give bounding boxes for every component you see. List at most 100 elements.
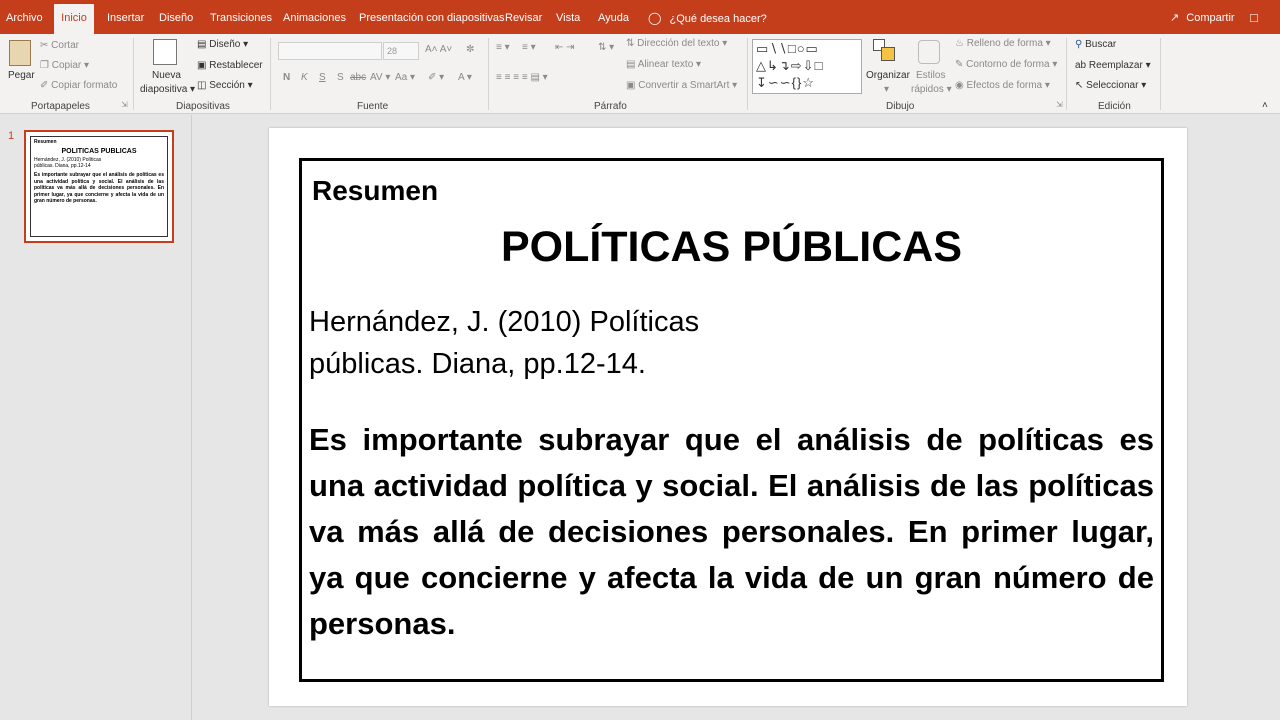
lightbulb-icon: ◯ — [648, 11, 662, 25]
share-icon: ↗ — [1170, 12, 1180, 24]
copy-button[interactable]: ❐ Copiar ▾ — [40, 60, 89, 71]
tell-me-label: ¿Qué desea hacer? — [669, 13, 767, 25]
collapse-ribbon-icon[interactable]: ˄ — [1262, 100, 1268, 111]
paste-button[interactable]: Pegar — [8, 70, 35, 81]
strikethrough-button[interactable]: abc — [350, 72, 366, 83]
share-button[interactable]: ↗ Compartir — [1170, 0, 1235, 34]
bullets-icon[interactable]: ≡ ▾ — [496, 42, 510, 53]
share-label: Compartir — [1186, 12, 1235, 24]
char-spacing-icon[interactable]: AV ▾ — [370, 72, 390, 83]
indent-icons[interactable]: ⇤ ⇥ — [555, 42, 575, 53]
group-label-edicion: Edición — [1098, 101, 1131, 112]
clear-format-icon[interactable]: ✼ — [466, 44, 474, 55]
layout-icon: ▤ — [197, 39, 207, 50]
grow-font-icon[interactable]: A˄ A˅ — [425, 44, 452, 55]
tab-vista[interactable]: Vista — [556, 0, 580, 34]
separator — [1160, 38, 1161, 110]
find-button[interactable]: ⚲ Buscar — [1075, 39, 1116, 50]
section-button[interactable]: ◫ Sección ▾ — [197, 80, 253, 91]
replace-button[interactable]: ab Reemplazar ▾ — [1075, 60, 1151, 71]
thumbnail-frame: Resumen POLITICAS PUBLICAS Hernández, J.… — [30, 136, 168, 237]
paste-icon — [9, 40, 31, 66]
layout-label: Diseño — [209, 39, 241, 50]
thumbnail-ref: Hernández, J. (2010) Políticas públicas.… — [34, 157, 102, 169]
quick-styles-icon — [918, 40, 940, 64]
scissors-icon: ✂ — [40, 40, 49, 51]
quick-styles-button[interactable]: Estilos — [916, 70, 945, 81]
align-text-icon: ▤ — [626, 59, 636, 70]
copy-label: Copiar — [51, 60, 82, 71]
shape-outline-button[interactable]: ✎ Contorno de forma ▾ — [955, 59, 1057, 70]
shape-fill-button[interactable]: ♨ Relleno de forma ▾ — [955, 38, 1051, 49]
slide-reference[interactable]: Hernández, J. (2010) Políticas públicas.… — [309, 301, 699, 385]
new-slide-icon — [153, 39, 177, 65]
align-text-button[interactable]: ▤ Alinear texto ▾ — [626, 59, 701, 70]
bold-button[interactable]: N — [283, 72, 290, 83]
shape-effects-label: Efectos de forma — [966, 80, 1043, 91]
tab-inicio[interactable]: Inicio — [54, 4, 94, 34]
slide-resumen-label[interactable]: Resumen — [312, 175, 438, 207]
italic-button[interactable]: K — [301, 72, 308, 83]
drawing-launcher-icon[interactable]: ⇲ — [1056, 100, 1063, 109]
shadow-button[interactable]: S — [337, 72, 344, 83]
align-text-label: Alinear texto — [637, 59, 694, 70]
separator — [1066, 38, 1067, 110]
text-direction-label: Dirección del texto — [637, 38, 720, 49]
line-spacing-icon[interactable]: ⇅ ▾ — [598, 42, 614, 53]
tab-revisar[interactable]: Revisar — [505, 0, 542, 34]
shape-outline-label: Contorno de forma — [966, 59, 1050, 70]
thumbnail-body: Es importante subrayar que el análisis d… — [34, 172, 164, 204]
pencil-icon: ✎ — [955, 59, 964, 70]
quick-styles-button-line2[interactable]: rápidos ▾ — [911, 84, 952, 95]
reset-label: Restablecer — [209, 60, 263, 71]
tab-archivo[interactable]: Archivo — [6, 0, 43, 34]
layout-button[interactable]: ▤ Diseño ▾ — [197, 39, 248, 50]
clipboard-launcher-icon[interactable]: ⇲ — [121, 100, 128, 109]
format-painter-label: Copiar formato — [51, 80, 118, 91]
highlight-icon[interactable]: ✐ ▾ — [428, 72, 444, 83]
paint-bucket-icon: ♨ — [955, 38, 964, 49]
underline-button[interactable]: S — [319, 72, 326, 83]
slide-canvas[interactable]: Resumen POLÍTICAS PÚBLICAS Hernández, J.… — [269, 128, 1187, 706]
arrange-button[interactable]: Organizar — [866, 70, 910, 81]
slide-thumbnail-1[interactable]: Resumen POLITICAS PUBLICAS Hernández, J.… — [24, 130, 174, 243]
slide-title[interactable]: POLÍTICAS PÚBLICAS — [302, 223, 1161, 272]
effects-icon: ◉ — [955, 80, 964, 91]
align-icons[interactable]: ≡ ≡ ≡ ≡ ▤ ▾ — [496, 72, 548, 83]
reset-button[interactable]: ▣ Restablecer — [197, 60, 263, 71]
shapes-gallery[interactable]: ▭∖∖□○▭ △↳↴⇨⇩□ ↧∽∽{}☆ — [752, 39, 862, 94]
font-name-input[interactable] — [278, 42, 382, 60]
select-label: Seleccionar — [1086, 80, 1139, 91]
text-direction-icon: ⇅ — [626, 38, 635, 49]
cut-button[interactable]: ✂ Cortar — [40, 40, 79, 51]
arrange-icon — [873, 39, 897, 65]
separator — [747, 38, 748, 110]
font-color-icon[interactable]: A ▾ — [458, 72, 472, 83]
group-label-parrafo: Párrafo — [594, 101, 627, 112]
slide-body-text[interactable]: Es importante subrayar que el análisis d… — [309, 417, 1154, 647]
format-painter-button[interactable]: ✐ Copiar formato — [40, 80, 117, 91]
tab-insertar[interactable]: Insertar — [107, 0, 144, 34]
reference-line-1: Hernández, J. (2010) Políticas — [309, 306, 700, 338]
smartart-icon: ▣ — [626, 80, 636, 91]
slide-thumbnail-pane: 1 Resumen POLITICAS PUBLICAS Hernández, … — [0, 115, 192, 720]
separator — [133, 38, 134, 110]
numbering-icon[interactable]: ≡ ▾ — [522, 42, 536, 53]
comments-icon[interactable]: □ — [1250, 0, 1258, 34]
tell-me-box[interactable]: ◯ ¿Qué desea hacer? — [648, 0, 767, 34]
tab-diseno[interactable]: Diseño — [159, 0, 193, 34]
shape-effects-button[interactable]: ◉ Efectos de forma ▾ — [955, 80, 1050, 91]
smartart-button[interactable]: ▣ Convertir a SmartArt ▾ — [626, 80, 737, 91]
new-slide-button-line2[interactable]: diapositiva ▾ — [140, 84, 195, 95]
tab-animaciones[interactable]: Animaciones — [283, 0, 346, 34]
new-slide-button[interactable]: Nueva — [152, 70, 181, 81]
change-case-icon[interactable]: Aa ▾ — [395, 72, 415, 83]
tab-presentacion[interactable]: Presentación con diapositivas — [359, 0, 505, 34]
font-size-input[interactable]: 28 — [383, 42, 419, 60]
arrange-dropdown-icon[interactable]: ▾ — [884, 84, 889, 95]
select-button[interactable]: ↖ Seleccionar ▾ — [1075, 80, 1146, 91]
text-direction-button[interactable]: ⇅ Dirección del texto ▾ — [626, 38, 727, 49]
tab-ayuda[interactable]: Ayuda — [598, 0, 629, 34]
search-icon: ⚲ — [1075, 39, 1083, 50]
tab-transiciones[interactable]: Transiciones — [210, 0, 272, 34]
